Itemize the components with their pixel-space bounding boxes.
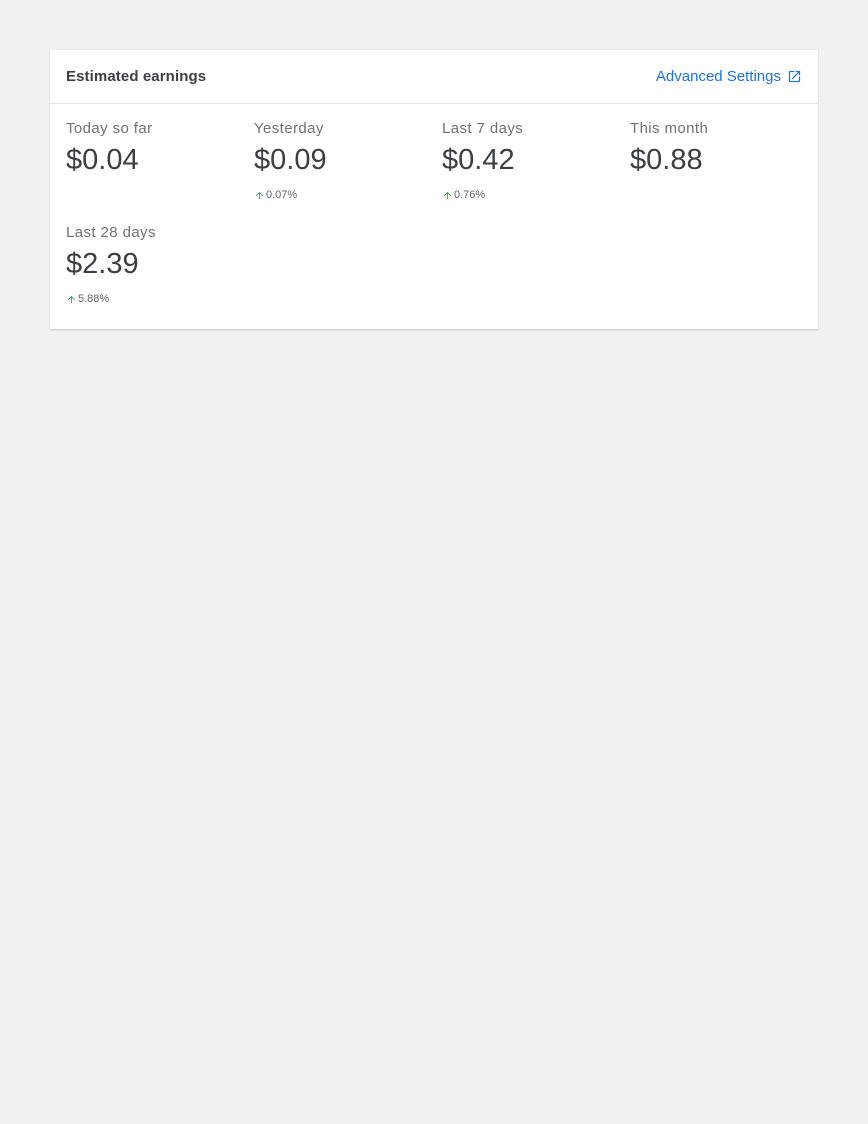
arrow-up-icon: [66, 294, 77, 305]
stat-value: $2.39: [66, 248, 139, 280]
stat-label: Last 28 days: [66, 224, 156, 241]
stat-label: This month: [630, 120, 709, 137]
external-link-icon: [787, 69, 802, 84]
stat-label: Yesterday: [254, 120, 324, 137]
stat-change-value: 5.88%: [78, 293, 110, 305]
stat-change: 0.76%: [442, 186, 630, 204]
arrow-up-icon: [254, 190, 265, 201]
arrow-up-icon: [442, 190, 453, 201]
stat-change-value: 0.07%: [266, 189, 298, 201]
stat-today: Today so far $0.04: [66, 104, 254, 208]
stat-this-month: This month $0.88: [630, 104, 818, 208]
stat-last-7-days: Last 7 days $0.42 0.76%: [442, 104, 630, 208]
stat-change-value: 0.76%: [454, 189, 486, 201]
stat-value: $0.09: [254, 144, 327, 176]
stat-label: Today so far: [66, 120, 153, 137]
stat-last-28-days: Last 28 days $2.39 5.88%: [66, 208, 254, 312]
estimated-earnings-card: Estimated earnings Advanced Settings Tod…: [50, 50, 818, 329]
card-title: Estimated earnings: [66, 68, 207, 85]
stat-change: 5.88%: [66, 290, 254, 308]
advanced-settings-label: Advanced Settings: [655, 68, 781, 85]
advanced-settings-link[interactable]: Advanced Settings: [656, 68, 802, 85]
stat-change: 0.07%: [254, 186, 442, 204]
stat-yesterday: Yesterday $0.09 0.07%: [254, 104, 442, 208]
stat-label: Last 7 days: [442, 120, 524, 137]
stat-value: $0.04: [66, 144, 139, 176]
stat-value: $0.88: [630, 144, 703, 176]
earnings-stats: Today so far $0.04 Yesterday $0.09 0.07%…: [50, 104, 818, 312]
stat-value: $0.42: [442, 144, 515, 176]
card-header: Estimated earnings Advanced Settings: [50, 50, 818, 104]
